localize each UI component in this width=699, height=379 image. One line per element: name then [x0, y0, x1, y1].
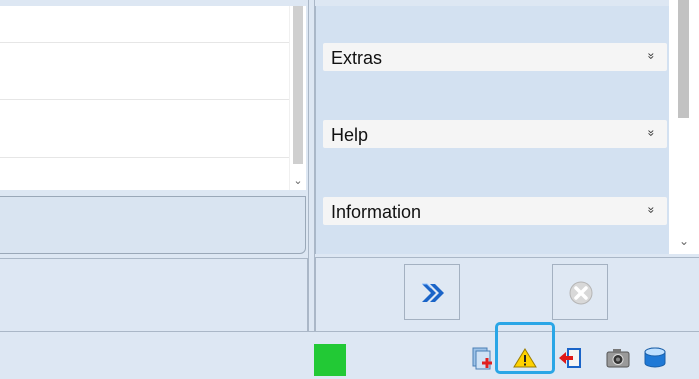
action-bar: [315, 257, 699, 331]
section-label: Information: [331, 202, 422, 222]
chevron-down-icon[interactable]: »: [645, 53, 659, 60]
double-chevron-right-icon: [422, 283, 444, 302]
results-list[interactable]: [0, 6, 289, 190]
results-list-scrollbar[interactable]: ⌄: [289, 6, 306, 190]
cancel-circle-icon: [569, 281, 593, 305]
scroll-down-arrow-icon[interactable]: ⌄: [290, 174, 306, 188]
app-window: ⌄ Extras » Help » Information » ⌄: [0, 0, 699, 379]
status-indicator: [314, 344, 346, 376]
add-document-icon[interactable]: [470, 346, 496, 370]
pane-splitter[interactable]: [308, 0, 315, 331]
exit-icon[interactable]: [557, 346, 583, 370]
left-lower-panel: [0, 196, 306, 254]
task-pane-scrollbar[interactable]: ⌄: [669, 0, 699, 254]
task-pane: Extras » Help » Information »: [315, 6, 669, 254]
section-label: Help: [331, 125, 369, 145]
chevron-down-icon[interactable]: »: [645, 207, 659, 214]
list-divider: [0, 157, 289, 158]
forward-button[interactable]: [404, 264, 460, 320]
scrollbar-thumb[interactable]: [678, 0, 689, 118]
section-extras[interactable]: Extras »: [323, 43, 667, 71]
cancel-button[interactable]: [552, 264, 608, 320]
scroll-down-arrow-icon[interactable]: ⌄: [669, 234, 699, 248]
section-information[interactable]: Information »: [323, 197, 667, 225]
chevron-down-icon[interactable]: »: [645, 130, 659, 137]
list-divider: [0, 99, 289, 100]
left-bottom-panel: [0, 258, 308, 331]
scrollbar-thumb[interactable]: [293, 6, 303, 164]
database-icon[interactable]: [642, 346, 668, 370]
list-divider: [0, 42, 289, 43]
section-label: Extras: [331, 48, 383, 68]
section-help[interactable]: Help »: [323, 120, 667, 148]
camera-icon[interactable]: [605, 346, 631, 370]
highlight-box: [495, 322, 555, 374]
status-bar: [0, 331, 699, 379]
